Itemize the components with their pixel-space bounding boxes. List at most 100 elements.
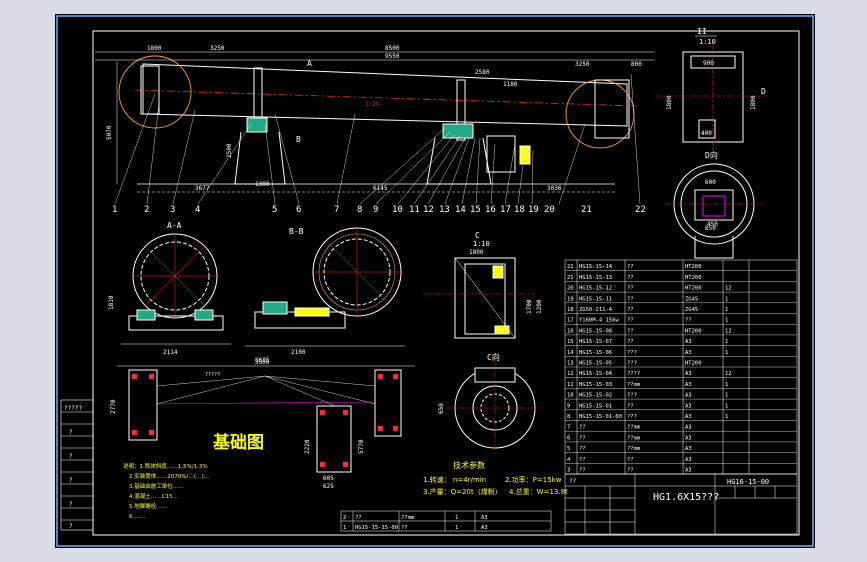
bom-cell: HT200 [685, 264, 702, 270]
right-view-dim-2: 1800 [750, 95, 757, 110]
bom-cell: HT200 [685, 328, 702, 334]
bom-cell: ??mm [627, 446, 641, 452]
section-aa-dim-1: 2114 [163, 349, 178, 356]
view-c-dim-1: 1700 [526, 299, 533, 314]
bom-footer-cell: 1 [455, 525, 458, 531]
drawing-canvas: ????? ? ? ? ? ? 1800 3250 8500 9550 3250… [56, 15, 814, 547]
bom-cell: ?? [579, 425, 586, 431]
tech-item-1: 2.功率：P=15kw [505, 475, 562, 484]
bom-footer-cell: A3 [481, 525, 488, 531]
bom-footer-cell: ??mm [401, 515, 415, 521]
left-legend-2: ? [69, 453, 73, 460]
kiln-elevation [95, 51, 655, 205]
part-number: 20 [544, 205, 555, 215]
section-d-title: D向 [705, 150, 718, 160]
section-bb-dim-0: 2100 [291, 349, 306, 356]
foundation-dim-4: 625 [323, 483, 334, 490]
bom-cell: ZG45 [685, 296, 698, 302]
bom-cell: A3 [685, 382, 692, 388]
part-number: 6 [296, 205, 301, 215]
part-number: 19 [528, 205, 539, 215]
bom-cell: 8 [567, 414, 570, 420]
elev-dim-mid-1: 1180 [503, 81, 518, 88]
elev-dim-left-0: 5070 [106, 125, 113, 140]
bom-cell: HT200 [685, 286, 702, 292]
bom-cell: HG15-15-01-00 [579, 414, 622, 420]
bom-cell: HG15-15-02 [579, 393, 612, 399]
part-number: 18 [514, 205, 525, 215]
foundation-dim-1: 2770 [110, 399, 117, 414]
bom-cell: A3 [685, 414, 692, 420]
right-view-dim-0: 900 [703, 60, 714, 67]
elev-dim-bottom-0: 6145 [373, 185, 388, 192]
bom-cell: ?? [685, 318, 692, 324]
right-view-dim-3: 400 [701, 130, 712, 137]
bom-cell: 1 [725, 296, 728, 302]
bom-cell: Y160M-4 15kw [579, 318, 619, 324]
title-block-qmarks: ?? [569, 478, 577, 485]
bom-cell: 22 [567, 264, 574, 270]
bom-cell: 1 [725, 414, 728, 420]
view-c-title: C [475, 231, 480, 240]
bom-cell: ?? [627, 318, 634, 324]
section-mark-a: A [307, 59, 312, 68]
elev-dim-left-2: 3677 [195, 185, 210, 192]
slope-label: 1:2% [365, 101, 380, 108]
bom-footer-cell: ?? [401, 525, 408, 531]
bom-cell: 18 [567, 307, 574, 313]
view-c-dim-0: 1800 [469, 249, 484, 256]
bom-cell: HG15-15-14 [579, 264, 613, 270]
bom-cell: A3 [685, 446, 692, 452]
bom-cell: ?? [627, 457, 634, 463]
part-number: 17 [500, 205, 511, 215]
bom-cell: 5 [567, 446, 570, 452]
drawing-number: HG16-15-00 [727, 478, 769, 486]
section-d-dim-0: 600 [705, 179, 716, 186]
part-number: 7 [334, 205, 339, 215]
right-view-scale: 1:10 [699, 38, 716, 46]
part-number: 10 [392, 205, 403, 215]
foundation-label-line: ????? [205, 372, 220, 378]
note-line: 5.地脚螺栓…… [129, 502, 167, 510]
bom-cell: 6 [567, 435, 570, 441]
bom-cell: 7 [567, 425, 570, 431]
part-number: 12 [423, 205, 434, 215]
bom-footer-text: 2 ?? ??mm 1 A3 1 HG15-15-15-00 ?? 1 A3 [343, 515, 488, 531]
view-c-dim-2: 1200 [536, 299, 543, 314]
part-number: 22 [635, 205, 646, 215]
bom-cell: HG15-15-03 [579, 382, 612, 388]
part-number: 11 [409, 205, 420, 215]
bom-cell: A3 [685, 371, 692, 377]
support-roller-1 [246, 117, 268, 133]
bom-cell: ?? [627, 307, 634, 313]
bom-cell: ?? [627, 339, 634, 345]
section-mark-d: D [761, 87, 766, 96]
bom-cell: 1 [725, 307, 728, 313]
bom-cell: 17 [567, 318, 574, 324]
bom-cell: 1 [725, 318, 728, 324]
part-number: 4 [195, 205, 200, 215]
kiln-centerline [134, 89, 638, 107]
bom-cell: 12 [725, 286, 732, 292]
bom-cell: HG15-15-01 [579, 403, 612, 409]
note-line: 6.…… [129, 514, 145, 520]
view-c-dir-dim-0: 650 [438, 403, 445, 414]
bom-cell: 9 [567, 403, 570, 409]
part-number: 1 [112, 205, 117, 215]
bom-cell: ??? [627, 361, 637, 367]
note-line: 4.混凝土……C15… [129, 492, 178, 500]
bom-cell: 19 [567, 296, 574, 302]
cad-viewport: { "drawing": { "background": "#000000", … [0, 0, 867, 562]
support-roller-2 [442, 123, 474, 139]
bom-cell: ??mm [627, 435, 641, 441]
bom-cell: ?? [627, 286, 634, 292]
left-legend-4: ? [69, 501, 73, 508]
bom-cell: 11 [567, 382, 574, 388]
foundation-dim-5: 5770 [358, 439, 365, 454]
elev-dim-bottom-1: 3036 [547, 185, 562, 192]
left-legend-1: ? [69, 429, 73, 436]
foundation-dim-2: 2220 [304, 439, 311, 454]
bom-footer-cell: 2 [343, 515, 346, 521]
bom-cell: 14 [567, 350, 574, 356]
bom-cell: 1 [725, 350, 728, 356]
